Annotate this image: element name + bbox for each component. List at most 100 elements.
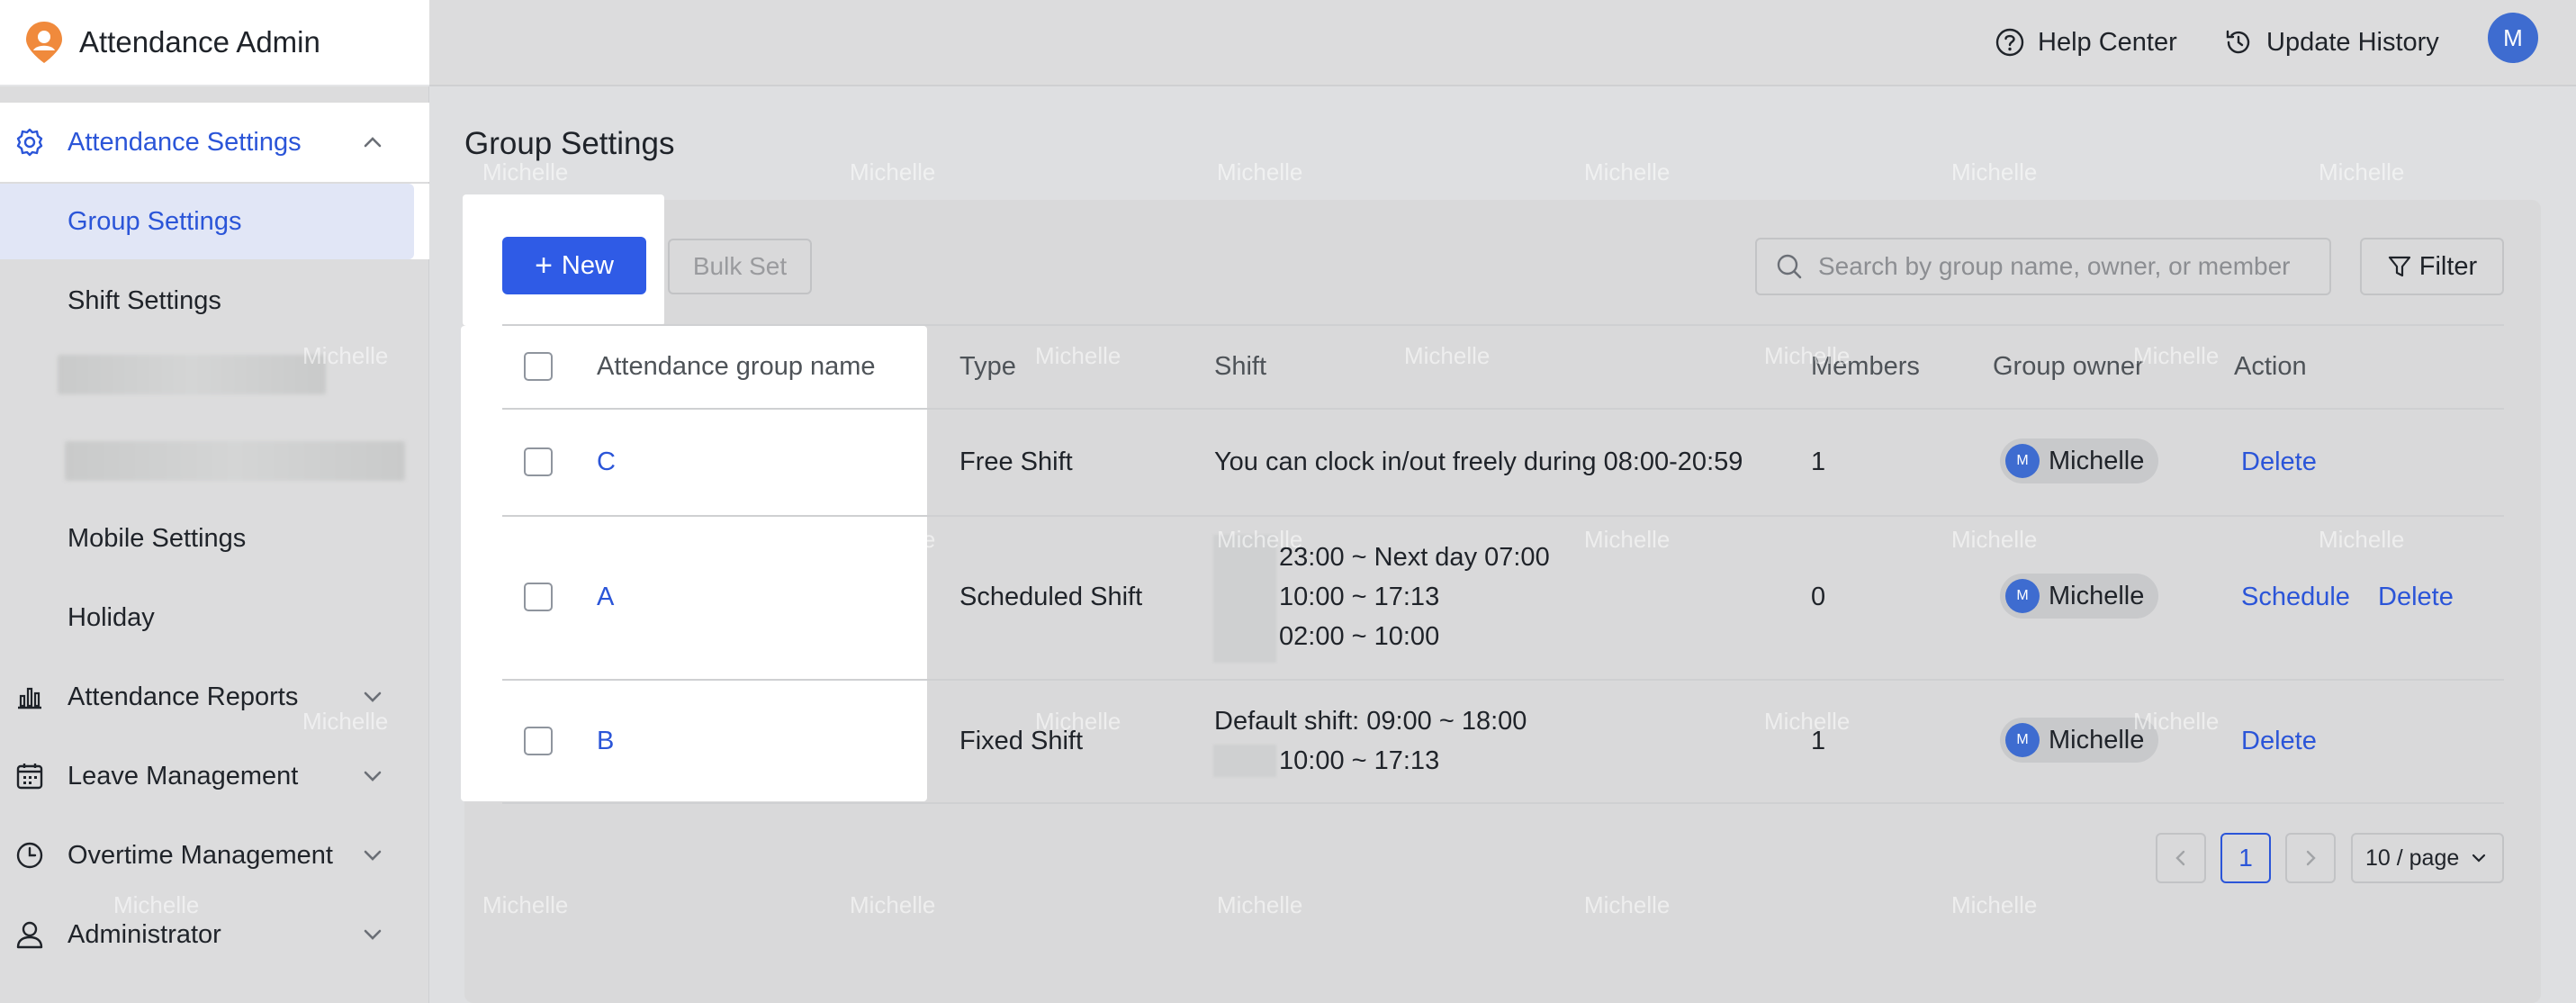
help-center-label: Help Center xyxy=(2038,27,2177,57)
nav-label: Attendance Settings xyxy=(68,127,302,157)
redacted-shift-label xyxy=(1213,745,1276,777)
group-name-link[interactable]: B xyxy=(597,727,614,756)
nav-label: Holiday xyxy=(68,602,155,632)
sidebar-item-shift-settings[interactable]: Shift Settings xyxy=(0,263,429,339)
new-button-label: New xyxy=(561,250,614,280)
shift-text: 10:00 ~ 17:13 xyxy=(1279,746,1440,775)
nav-label: Mobile Settings xyxy=(68,523,247,553)
delete-button[interactable]: Delete xyxy=(2241,447,2317,477)
user-avatar[interactable]: M xyxy=(2488,13,2538,63)
column-header-action[interactable]: Action xyxy=(2234,352,2307,382)
filter-button[interactable]: Filter xyxy=(2360,238,2504,295)
watermark: Michelle xyxy=(1217,158,1303,185)
bulk-set-button[interactable]: Bulk Set xyxy=(668,239,812,294)
avatar: M xyxy=(2005,723,2040,757)
nav-attendance-settings[interactable]: Attendance Settings xyxy=(0,103,429,182)
nav-label: Group Settings xyxy=(68,206,242,236)
owner-tag[interactable]: M Michelle xyxy=(2000,718,2159,763)
delete-button[interactable]: Delete xyxy=(2241,727,2317,756)
search-icon xyxy=(1777,254,1802,279)
chevron-down-icon[interactable] xyxy=(358,682,387,711)
delete-button[interactable]: Delete xyxy=(2378,583,2454,612)
chevron-down-icon xyxy=(2472,854,2486,863)
watermark: Michelle xyxy=(1951,158,2038,185)
nav-label: Shift Settings xyxy=(68,285,221,315)
filter-icon xyxy=(2388,256,2410,277)
nav-overtime-management[interactable]: Overtime Management xyxy=(0,816,429,895)
schedule-button[interactable]: Schedule xyxy=(2241,583,2350,612)
redacted-nav-item xyxy=(58,355,326,394)
history-icon xyxy=(2226,30,2250,54)
shift-text: 23:00 ~ Next day 07:00 xyxy=(1279,543,1550,572)
row-checkbox[interactable] xyxy=(524,727,553,755)
sidebar-item-holiday[interactable]: Holiday xyxy=(0,580,429,655)
search-placeholder: Search by group name, owner, or member xyxy=(1818,252,2291,280)
page-size-select[interactable]: 10 / page xyxy=(2351,833,2504,883)
chevron-up-icon[interactable] xyxy=(358,128,387,157)
nav-attendance-reports[interactable]: Attendance Reports xyxy=(0,657,429,736)
row-checkbox[interactable] xyxy=(524,447,553,476)
avatar: M xyxy=(2005,444,2040,478)
watermark: Michelle xyxy=(1584,158,1671,185)
avatar: M xyxy=(2005,579,2040,613)
page-size-value: 10 / page xyxy=(2365,845,2460,871)
help-icon xyxy=(1995,28,2024,57)
watermark: Michelle xyxy=(2319,158,2405,185)
row-checkbox[interactable] xyxy=(524,583,553,611)
group-type: Scheduled Shift xyxy=(959,583,1143,611)
group-name-link[interactable]: C xyxy=(597,447,616,477)
watermark: Michelle xyxy=(850,158,936,185)
column-header-name[interactable]: Attendance group name xyxy=(597,352,876,382)
table-divider xyxy=(502,408,2504,410)
column-header-owner[interactable]: Group owner xyxy=(1993,352,2144,382)
calendar-icon xyxy=(16,764,43,790)
owner-tag[interactable]: M Michelle xyxy=(2000,574,2159,619)
column-header-type[interactable]: Type xyxy=(959,352,1016,382)
next-page-button[interactable] xyxy=(2285,833,2336,883)
sidebar-item-group-settings[interactable]: Group Settings xyxy=(0,184,429,259)
chevron-down-icon[interactable] xyxy=(358,762,387,791)
sidebar: Attendance Admin Attendance Settings Gro… xyxy=(0,0,429,1003)
filter-label: Filter xyxy=(2418,251,2478,281)
prev-page-button[interactable] xyxy=(2156,833,2206,883)
page-number-current[interactable]: 1 xyxy=(2220,833,2271,883)
chevron-down-icon[interactable] xyxy=(358,920,387,949)
table-divider xyxy=(502,802,2504,804)
chevron-down-icon[interactable] xyxy=(358,841,387,870)
redacted-nav-item xyxy=(65,441,405,481)
plus-icon: + xyxy=(535,248,553,283)
owner-name: Michelle xyxy=(2049,725,2145,755)
owner-name: Michelle xyxy=(2049,446,2145,475)
nav-leave-management[interactable]: Leave Management xyxy=(0,736,429,816)
sidebar-item-mobile-settings[interactable]: Mobile Settings xyxy=(0,501,429,576)
column-header-shift[interactable]: Shift xyxy=(1214,352,1266,382)
chevron-right-icon xyxy=(2306,850,2316,866)
search-input[interactable]: Search by group name, owner, or member xyxy=(1755,238,2331,295)
app-header: Attendance Admin xyxy=(0,0,429,86)
members-count: 0 xyxy=(1811,583,1826,611)
person-icon xyxy=(16,921,43,949)
select-all-checkbox[interactable] xyxy=(524,352,553,381)
nav-label: Attendance Reports xyxy=(68,682,299,711)
bar-chart-icon xyxy=(18,687,41,709)
top-bar: Help Center Update History M xyxy=(429,0,2576,86)
group-name-link[interactable]: A xyxy=(597,583,614,612)
owner-name: Michelle xyxy=(2049,581,2145,610)
table-divider xyxy=(502,515,2504,517)
shift-text: 02:00 ~ 10:00 xyxy=(1279,622,1440,651)
owner-tag[interactable]: M Michelle xyxy=(2000,438,2159,483)
nav-administrator[interactable]: Administrator xyxy=(0,895,429,974)
update-history-label: Update History xyxy=(2266,27,2439,57)
members-count: 1 xyxy=(1811,727,1826,755)
gear-icon xyxy=(16,128,43,157)
nav-label: Leave Management xyxy=(68,761,299,791)
new-button[interactable]: + New xyxy=(502,237,646,294)
app-title: Attendance Admin xyxy=(79,25,320,59)
table-divider xyxy=(502,324,2504,326)
shift-text: 10:00 ~ 17:13 xyxy=(1279,583,1440,611)
help-center-link[interactable]: Help Center xyxy=(1995,20,2177,65)
app-logo-icon xyxy=(26,22,62,63)
group-type: Free Shift xyxy=(959,447,1073,476)
update-history-link[interactable]: Update History xyxy=(2223,20,2439,65)
column-header-members[interactable]: Members xyxy=(1811,352,1920,382)
